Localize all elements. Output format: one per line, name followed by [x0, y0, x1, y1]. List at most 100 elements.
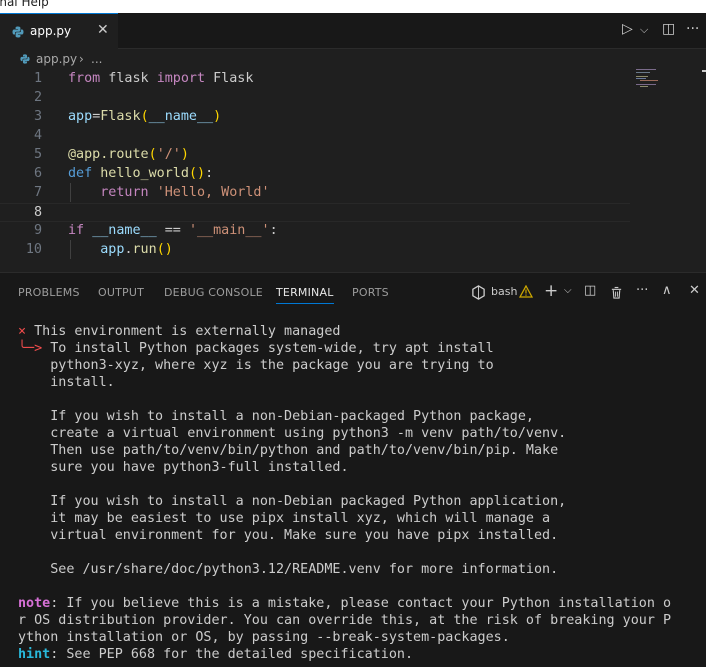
terminal-text: note	[18, 596, 51, 611]
code-token: app	[68, 109, 93, 124]
tab-output[interactable]: OUTPUT	[98, 286, 144, 299]
line-number: 5	[33, 147, 42, 162]
code-line[interactable]: 7 return 'Hello, World'	[0, 184, 630, 203]
line-number: 8	[33, 205, 42, 220]
more-actions-icon[interactable]: ···	[686, 21, 699, 37]
line-number: 9	[33, 223, 42, 238]
terminal-line: sure you have python3-full installed.	[18, 460, 349, 477]
terminal-text: sure you have python3-full installed.	[18, 460, 349, 475]
terminal-text: install.	[18, 375, 115, 390]
split-editor-icon[interactable]: ◫	[662, 21, 675, 37]
terminal-line: × This environment is externally managed	[18, 324, 340, 341]
code-line[interactable]: 3 app=Flask(__name__)	[0, 108, 630, 127]
breadcrumb-file[interactable]: app.py	[36, 52, 77, 66]
code-token: if	[68, 223, 85, 238]
code-token: ==	[156, 223, 189, 238]
code-line[interactable]: 4	[0, 127, 630, 146]
tab-app-py[interactable]: app.py ✕	[0, 13, 118, 49]
terminal-text: it may be easiest to use pipx install xy…	[18, 511, 551, 526]
warning-icon[interactable]	[519, 285, 533, 298]
split-terminal-icon[interactable]: ◫	[584, 283, 596, 298]
terminal-text: ╰─>	[18, 341, 51, 356]
editor-scroll-marker	[702, 70, 706, 72]
terminal-output[interactable]: × This environment is externally managed…	[0, 311, 706, 667]
tab-problems[interactable]: PROBLEMS	[18, 286, 80, 299]
terminal-line: note: If you believe this is a mistake, …	[18, 596, 671, 613]
run-menu-chevron-icon[interactable]: ⌵	[640, 23, 648, 37]
code-line[interactable]: 1 from flask import Flask	[0, 70, 630, 89]
tab-debug-console[interactable]: DEBUG CONSOLE	[164, 286, 263, 299]
code-line[interactable]: 8	[0, 203, 630, 222]
terminal-line: python3-xyz, where xyz is the package yo…	[18, 358, 494, 375]
code-token: import	[156, 71, 206, 86]
terminal-text: : If you believe this is a mistake, plea…	[50, 596, 672, 611]
editor-tab-bar: app.py ✕ ▷ ⌵ ◫ ···	[0, 13, 706, 49]
code-token: '__main__'	[188, 223, 270, 238]
minimap[interactable]	[636, 69, 666, 93]
new-terminal-icon[interactable]: +	[544, 281, 558, 301]
tab-ports[interactable]: PORTS	[352, 286, 389, 299]
menubar: inal Help	[0, 0, 706, 13]
python-file-icon	[20, 54, 30, 64]
line-number: 3	[33, 109, 42, 124]
code-text: @app.route('/')	[68, 147, 189, 162]
code-line[interactable]: 2	[0, 89, 630, 108]
terminal-line: If you wish to install a non-Debian-pack…	[18, 409, 534, 426]
terminal-text: This environment is externally managed	[34, 324, 341, 339]
terminal-line: r OS distribution provider. You can over…	[18, 613, 671, 630]
tab-label: app.py	[30, 24, 72, 38]
code-token: ()	[156, 242, 173, 257]
breadcrumb-more[interactable]: ...	[91, 52, 102, 66]
menubar-partial-text[interactable]: inal Help	[0, 0, 49, 9]
code-token: :	[269, 223, 278, 238]
tab-terminal[interactable]: TERMINAL	[276, 286, 334, 304]
code-token: )	[213, 109, 222, 124]
close-tab-icon[interactable]: ✕	[97, 22, 109, 38]
terminal-text: python3-xyz, where xyz is the package yo…	[18, 358, 494, 373]
trash-icon[interactable]	[610, 286, 623, 299]
close-panel-icon[interactable]: ✕	[689, 283, 700, 298]
code-text: return 'Hello, World'	[68, 185, 270, 200]
code-line[interactable]: 6 def hello_world():	[0, 165, 630, 184]
terminal-text: If you wish to install a non-Debian pack…	[18, 494, 567, 509]
terminal-text: : See PEP 668 for the detailed specifica…	[50, 647, 414, 662]
terminal-line: create a virtual environment using pytho…	[18, 426, 566, 443]
code-token: hello_world	[100, 166, 189, 181]
code-text: from flask import Flask	[68, 71, 253, 86]
code-token: @app.route	[68, 147, 149, 162]
code-token: ()	[188, 166, 206, 181]
code-text: if __name__ == '__main__':	[68, 223, 278, 238]
panel-header: PROBLEMS OUTPUT DEBUG CONSOLE TERMINAL P…	[0, 273, 706, 311]
more-actions-icon[interactable]: ···	[636, 283, 648, 298]
code-token: (	[140, 109, 149, 124]
run-icon[interactable]: ▷	[622, 21, 633, 37]
terminal-line: install.	[18, 375, 115, 392]
code-editor[interactable]: 1 from flask import Flask 2 3 app=Flask(__na…	[0, 69, 706, 269]
terminal-text: See /usr/share/doc/python3.12/README.ven…	[18, 562, 559, 577]
code-line[interactable]: 9 if __name__ == '__main__':	[0, 222, 630, 241]
code-line[interactable]: 5 @app.route('/')	[0, 146, 630, 165]
terminal-line: virtual environment for you. Make sure y…	[18, 528, 558, 545]
terminal-menu-chevron-icon[interactable]: ⌵	[564, 285, 572, 296]
code-text: app=Flask(__name__)	[68, 109, 221, 124]
code-token: from	[68, 71, 101, 86]
code-token: 'Hello, World'	[156, 185, 270, 200]
code-token: )	[180, 147, 189, 162]
code-line[interactable]: 10 app.run()	[0, 241, 630, 260]
code-token: return	[100, 185, 149, 200]
breadcrumb-separator: ›	[79, 52, 84, 66]
terminal-line: Then use path/to/venv/bin/python and pat…	[18, 443, 558, 460]
terminal-shell-icon	[472, 285, 485, 300]
terminal-shell-label[interactable]: bash	[491, 285, 517, 298]
terminal-text: If you wish to install a non-Debian-pack…	[18, 409, 534, 424]
code-token: '/'	[156, 147, 181, 162]
terminal-text: create a virtual environment using pytho…	[18, 426, 567, 441]
maximize-panel-icon[interactable]: ∧	[662, 283, 672, 298]
code-token: (	[148, 147, 157, 162]
terminal-text: hint	[18, 647, 51, 662]
terminal-line: If you wish to install a non-Debian pack…	[18, 494, 566, 511]
python-file-icon	[12, 26, 24, 38]
